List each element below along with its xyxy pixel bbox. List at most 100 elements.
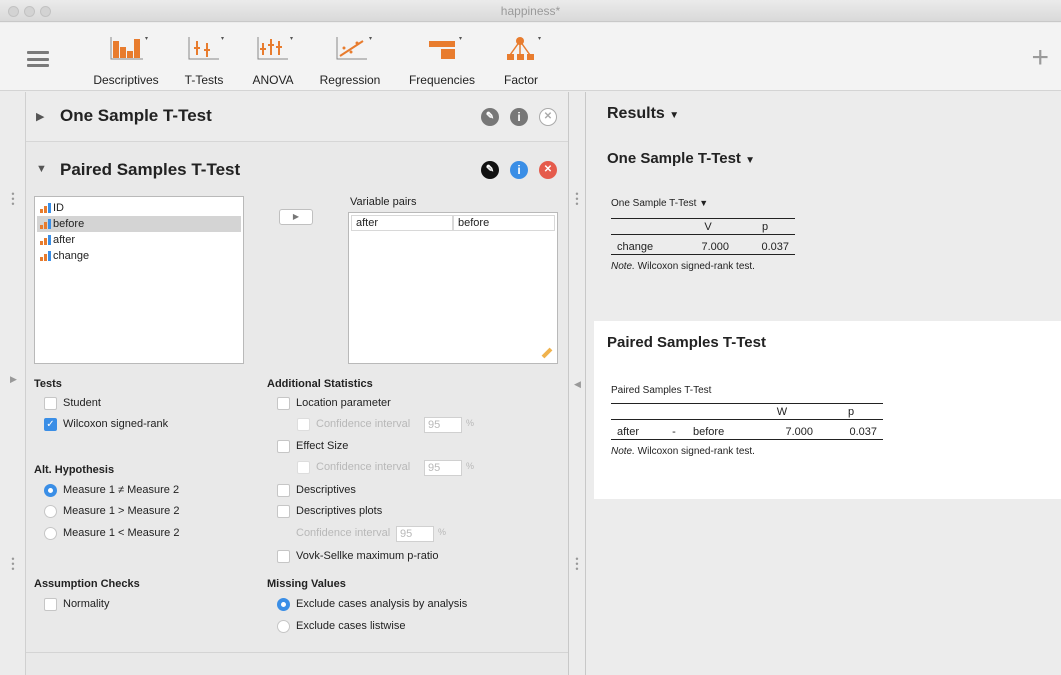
location-ci-input[interactable]: 95: [424, 417, 462, 433]
t-tests-button[interactable]: T-Tests: [176, 33, 232, 87]
student-checkbox[interactable]: [44, 397, 57, 410]
anova-label: ANOVA: [252, 73, 294, 87]
descriptives-checkbox[interactable]: [277, 484, 290, 497]
expand-data-arrow-icon[interactable]: ▶: [10, 375, 17, 384]
info-icon[interactable]: i: [510, 108, 528, 126]
list-item[interactable]: change: [37, 248, 241, 264]
location-parameter-label: Location parameter: [296, 397, 391, 409]
list-item[interactable]: before: [37, 216, 241, 232]
location-ci-checkbox[interactable]: [297, 418, 310, 431]
collapse-options-arrow-icon[interactable]: ◀: [574, 380, 581, 389]
drag-grip-icon[interactable]: • • •: [10, 555, 16, 574]
normality-label: Normality: [63, 598, 110, 610]
window-zoom-button[interactable]: [40, 6, 51, 17]
drag-grip-icon[interactable]: • • •: [574, 190, 580, 209]
frequencies-button[interactable]: Frequencies: [400, 33, 484, 87]
wilcoxon-checkbox[interactable]: ✓: [44, 418, 57, 431]
results-panel: Results ▼ One Sample T-Test ▼ One Sample…: [587, 92, 1061, 675]
add-module-button[interactable]: +: [1031, 43, 1049, 73]
hypothesis-lt-label: Measure 1 < Measure 2: [63, 527, 180, 539]
expand-arrow-icon[interactable]: ▶: [36, 110, 44, 123]
table-row: after - before 7.000 0.037: [611, 420, 883, 440]
info-icon[interactable]: i: [510, 161, 528, 179]
window-close-button[interactable]: [8, 6, 19, 17]
note-label: Note.: [611, 446, 635, 457]
normality-checkbox[interactable]: [44, 598, 57, 611]
vovk-sellke-label: Vovk-Sellke maximum p-ratio: [296, 550, 439, 562]
anova-button[interactable]: ANOVA: [245, 33, 301, 87]
hypothesis-radio-lt[interactable]: [44, 527, 57, 540]
paired-header[interactable]: ▼ Paired Samples T-Test ✎ i ✕: [26, 143, 568, 187]
vovk-sellke-checkbox[interactable]: [277, 550, 290, 563]
regression-button[interactable]: Regression: [312, 33, 388, 87]
panel-splitter[interactable]: • • • ◀ • • •: [568, 92, 586, 675]
results-heading[interactable]: Results ▼: [607, 105, 679, 123]
list-item[interactable]: ID: [37, 200, 241, 216]
note-label: Note.: [611, 261, 635, 272]
missing-analysis-radio[interactable]: [277, 598, 290, 611]
anova-icon: [257, 37, 293, 60]
descriptives-label: Descriptives: [296, 484, 356, 496]
variable-name: after: [53, 234, 76, 246]
paired-results-heading[interactable]: Paired Samples T-Test: [607, 334, 766, 351]
frequencies-icon: [429, 37, 462, 59]
effect-ci-label: Confidence interval: [316, 461, 411, 473]
collapse-arrow-icon[interactable]: ▼: [36, 163, 47, 175]
descriptives-label: Descriptives: [93, 73, 159, 87]
drag-grip-icon[interactable]: • • •: [10, 190, 16, 209]
location-parameter-checkbox[interactable]: [277, 397, 290, 410]
menu-icon[interactable]: [27, 51, 49, 67]
one-sample-table-title[interactable]: One Sample T-Test ▼: [611, 198, 708, 209]
section-divider: [26, 652, 568, 653]
close-icon[interactable]: ✕: [539, 161, 557, 179]
dropdown-arrow-icon[interactable]: ▼: [699, 198, 708, 208]
variable-pairs-box[interactable]: after before: [348, 212, 558, 364]
cell-measure-1: after: [617, 425, 640, 438]
paired-table: W p after - before 7.000 0.037: [611, 403, 883, 440]
paired-table-title[interactable]: Paired Samples T-Test: [611, 385, 711, 396]
dropdown-arrow-icon[interactable]: ▼: [669, 110, 679, 121]
edit-icon[interactable]: ✎: [481, 108, 499, 126]
hypothesis-radio-gt[interactable]: [44, 505, 57, 518]
t-tests-icon: [188, 37, 224, 60]
pencil-icon[interactable]: [541, 347, 553, 359]
col-header: p: [761, 220, 769, 233]
variable-pairs-label: Variable pairs: [350, 196, 417, 208]
descriptives-plots-label: Descriptives plots: [296, 505, 383, 517]
variables-list[interactable]: ID before after change: [34, 196, 244, 364]
effect-ci-input[interactable]: 95: [424, 460, 462, 476]
dropdown-arrow-icon[interactable]: ▼: [745, 155, 755, 166]
student-label: Student: [63, 397, 101, 409]
plots-ci-input[interactable]: 95: [396, 526, 434, 542]
hypothesis-radio-neq[interactable]: [44, 484, 57, 497]
descriptives-icon: [110, 37, 148, 60]
effect-size-checkbox[interactable]: [277, 440, 290, 453]
close-icon[interactable]: ✕: [539, 108, 557, 126]
row-name: change: [617, 240, 654, 253]
descriptives-button[interactable]: Descriptives: [88, 33, 164, 87]
assign-arrow-button[interactable]: ▶: [279, 209, 313, 225]
edit-icon[interactable]: ✎: [481, 161, 499, 179]
scale-variable-icon: [40, 235, 51, 245]
paired-title: Paired Samples T-Test: [60, 160, 241, 179]
paired-note: Note. Wilcoxon signed-rank test.: [611, 446, 755, 457]
descriptives-plots-checkbox[interactable]: [277, 505, 290, 518]
window-minimize-button[interactable]: [24, 6, 35, 17]
list-item[interactable]: after: [37, 232, 241, 248]
pair-cell-a[interactable]: after: [351, 215, 453, 231]
left-strip: • • • ▶ • • •: [0, 92, 26, 675]
factor-button[interactable]: Factor: [493, 33, 549, 87]
note-text: Wilcoxon signed-rank test.: [634, 261, 755, 272]
effect-ci-checkbox[interactable]: [297, 461, 310, 474]
cell-p: 0.037: [849, 425, 877, 438]
one-sample-results-heading[interactable]: One Sample T-Test ▼: [607, 150, 755, 167]
pair-cell-b[interactable]: before: [453, 215, 555, 231]
missing-listwise-radio[interactable]: [277, 620, 290, 633]
drag-grip-icon[interactable]: • • •: [574, 555, 580, 574]
results-heading-text: Results: [607, 105, 665, 122]
one-sample-header[interactable]: ▶ One Sample T-Test ✎ i ✕: [26, 92, 568, 142]
effect-size-label: Effect Size: [296, 440, 349, 452]
percent-label: %: [466, 461, 475, 471]
location-ci-label: Confidence interval: [316, 418, 411, 430]
col-header: V: [704, 220, 712, 233]
